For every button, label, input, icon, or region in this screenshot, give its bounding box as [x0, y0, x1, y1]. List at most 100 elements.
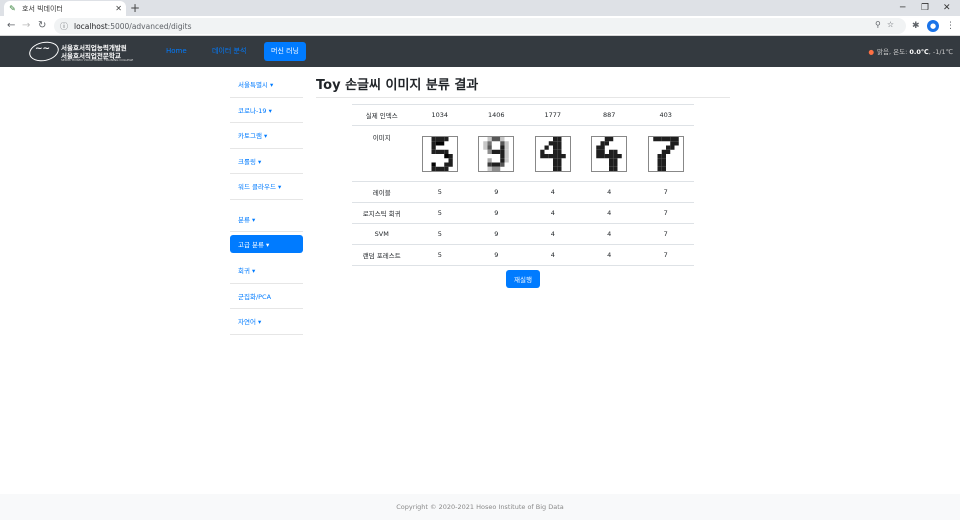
- weather-widget: ● 맑음, 온도: 0.0℃, -1/1℃: [868, 46, 953, 56]
- digit-pixel: [604, 136, 610, 141]
- digit-pixel: [500, 145, 505, 150]
- new-tab-icon[interactable]: +: [130, 1, 140, 15]
- cell-label: 4: [581, 181, 638, 203]
- digit-pixel: [600, 145, 605, 150]
- browser-tab[interactable]: ✎ 호서 빅데이터 ✕: [4, 1, 126, 16]
- cell-logistic: 9: [468, 202, 525, 224]
- digit-pixel: [444, 136, 449, 141]
- digit-pixel: [504, 149, 510, 154]
- sidebar-item-nlp[interactable]: 자연어 ▾: [230, 309, 303, 335]
- nav-data-analysis[interactable]: 데이터 분석: [212, 45, 246, 57]
- nav-home[interactable]: Home: [166, 45, 187, 57]
- digit-pixel: [435, 149, 440, 154]
- digit-pixel: [552, 136, 557, 141]
- bookmark-star-icon[interactable]: ☆: [887, 20, 900, 29]
- forward-icon[interactable]: →: [22, 19, 30, 33]
- cell-index: 1406: [468, 104, 525, 126]
- digit-pixel: [487, 162, 493, 167]
- results-table: 실제 인덱스 1034 1406 1777 887 403 이미지 레이블 5 …: [352, 104, 694, 266]
- digit-image-4b: [591, 135, 628, 172]
- tab-close-icon[interactable]: ✕: [115, 4, 122, 13]
- cell-rf: 7: [637, 244, 694, 266]
- weather-sun-icon: ●: [868, 48, 875, 56]
- digit-pixel: [448, 157, 453, 162]
- digit-pixel: [600, 149, 605, 154]
- digit-pixel: [665, 136, 670, 141]
- sidebar-item-advanced-classification[interactable]: 고급 분류 ▾: [230, 235, 303, 253]
- sidebar-item-crawling[interactable]: 크롤링 ▾: [230, 149, 303, 174]
- digit-pixel: [431, 166, 436, 171]
- sidebar-item-classification[interactable]: 분류 ▾: [230, 207, 303, 232]
- digit-pixel: [483, 145, 488, 150]
- digit-pixel: [552, 145, 557, 150]
- digit-pixel: [657, 162, 662, 167]
- digit-pixel: [661, 153, 666, 158]
- digit-image-5: [421, 135, 458, 172]
- digit-pixel: [557, 153, 562, 158]
- digit-pixel: [661, 157, 666, 162]
- digit-pixel: [600, 140, 605, 145]
- sidebar-item-clustering-pca[interactable]: 군집화/PCA: [230, 284, 303, 309]
- browser-tab-bar: ✎ 호서 빅데이터 ✕ + ─ ❐ ✕: [0, 0, 960, 16]
- digit-pixel: [483, 140, 488, 145]
- nav-machine-learning[interactable]: 머신 러닝: [264, 42, 306, 61]
- cell-rf: 4: [581, 244, 638, 266]
- digit-pixel: [557, 145, 562, 150]
- digit-pixel: [665, 149, 670, 154]
- digit-pixel: [613, 162, 618, 167]
- digit-pixel: [448, 162, 453, 167]
- profile-avatar-icon[interactable]: ●: [927, 20, 939, 32]
- cell-svm: 5: [411, 223, 469, 245]
- restore-icon[interactable]: ❐: [921, 1, 929, 15]
- title-divider: [316, 97, 730, 98]
- tab-title: 호서 빅데이터: [22, 4, 63, 13]
- reload-icon[interactable]: ↻: [38, 19, 46, 33]
- digit-pixel: [504, 145, 510, 150]
- digit-pixel: [496, 166, 501, 171]
- weather-temp: 0.0℃: [909, 48, 929, 56]
- digit-pixel: [617, 153, 622, 158]
- digit-pixel: [431, 145, 436, 150]
- minimize-icon[interactable]: ─: [900, 1, 905, 15]
- digit-pixel: [657, 157, 662, 162]
- digit-pixel: [500, 157, 505, 162]
- digit-pixel: [552, 162, 557, 167]
- digit-pixel: [674, 136, 679, 141]
- site-logo[interactable]: ~∼ 서울호서직업능력개발원 서울호서직업전문학교 SEOUL HOSEO VO…: [27, 39, 133, 64]
- digit-pixel: [500, 162, 505, 167]
- site-info-icon[interactable]: ⓘ: [60, 21, 70, 32]
- sidebar-item-covid[interactable]: 코로나-19 ▾: [230, 98, 303, 123]
- row-label-logistic: 로지스틱 회귀: [352, 202, 412, 224]
- site-favicon-icon: ✎: [9, 4, 16, 13]
- digit-pixel: [548, 153, 553, 158]
- browser-menu-icon[interactable]: ⋮: [946, 19, 955, 33]
- digit-pixel: [613, 166, 618, 171]
- digit-pixel: [552, 153, 557, 158]
- cell-rf: 5: [411, 244, 469, 266]
- extensions-icon[interactable]: ✱: [912, 19, 920, 33]
- digit-pixel: [544, 145, 549, 150]
- cell-rf: 9: [468, 244, 525, 266]
- digit-pixel: [609, 153, 614, 158]
- digit-pixel: [596, 153, 601, 158]
- sidebar-item-wordcloud[interactable]: 워드 클라우드 ▾: [230, 174, 303, 200]
- digit-pixel: [439, 149, 445, 154]
- back-icon[interactable]: ←: [7, 19, 15, 33]
- sidebar-item-seoul[interactable]: 서울특별시 ▾: [230, 72, 303, 98]
- logo-mark: ~∼: [35, 44, 51, 54]
- url-field[interactable]: ⓘ localhost:5000/advanced/digits ⚲☆: [54, 18, 906, 34]
- address-bar: ← → ↻ ⓘ localhost:5000/advanced/digits ⚲…: [0, 16, 960, 36]
- digit-pixel: [540, 149, 545, 154]
- rerun-button[interactable]: 재실행: [506, 270, 540, 288]
- digit-pixel: [431, 140, 436, 145]
- digit-pixel: [669, 136, 675, 141]
- window-close-icon[interactable]: ✕: [943, 1, 951, 15]
- digit-pixel: [487, 145, 493, 150]
- digit-pixel: [557, 140, 562, 145]
- zoom-icon[interactable]: ⚲: [875, 20, 887, 29]
- sidebar-item-regression[interactable]: 회귀 ▾: [230, 258, 303, 284]
- table-row: 랜덤 포레스트 5 9 4 4 7: [352, 244, 694, 266]
- digit-pixel: [444, 162, 449, 167]
- digit-pixel: [492, 162, 497, 167]
- sidebar-item-cartogram[interactable]: 카토그램 ▾: [230, 123, 303, 149]
